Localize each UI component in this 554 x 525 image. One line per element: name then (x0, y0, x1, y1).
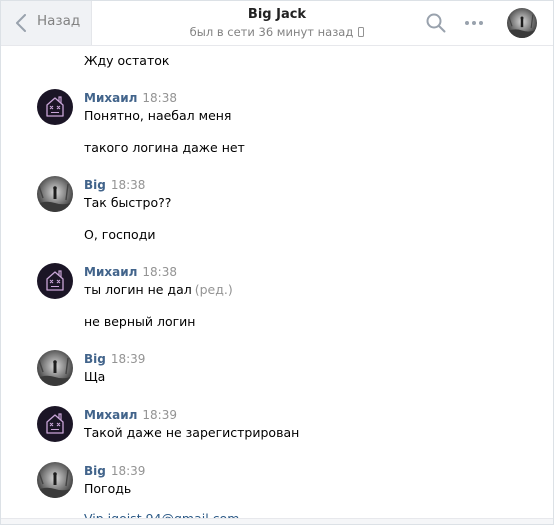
message-time[interactable]: 18:39 (111, 464, 146, 478)
house-face-icon (37, 89, 73, 125)
avatar[interactable] (37, 176, 73, 212)
message-group: Big 18:39 Ща (1, 350, 553, 406)
edited-marker[interactable]: (ред.) (195, 282, 233, 297)
message-time[interactable]: 18:38 (111, 178, 146, 192)
message-time[interactable]: 18:38 (142, 265, 177, 279)
message-group: Big 18:39 Погодь (1, 462, 553, 518)
message-text: Так быстро?? (84, 195, 172, 210)
message-author[interactable]: Big 18:39 (84, 352, 145, 366)
chat-header: Назад Big Jack был в сети 36 минут назад (1, 1, 553, 46)
message-text: Погодь (84, 481, 132, 496)
message-author[interactable]: Михаил 18:38 (84, 265, 177, 279)
chat-window: Назад Big Jack был в сети 36 минут назад (0, 0, 554, 525)
photo-avatar-image (37, 176, 73, 212)
house-face-icon (37, 406, 73, 442)
avatar[interactable] (37, 263, 73, 299)
message-body: ты логин не дал (84, 282, 192, 297)
message-text: Такой даже не зарегистрирован (84, 425, 300, 440)
search-icon[interactable] (425, 12, 447, 34)
mobile-phone-icon (358, 27, 365, 37)
avatar[interactable] (37, 350, 73, 386)
message-text: ты логин не дал (ред.) (84, 282, 233, 297)
message-group: Big 18:38 Так быстро?? (1, 176, 553, 232)
message-author[interactable]: Михаил 18:39 (84, 408, 177, 422)
message-group: Михаил 18:38 ты логин не дал (ред.) (1, 263, 553, 319)
photo-avatar-image (37, 350, 73, 386)
avatar[interactable] (37, 406, 73, 442)
more-horizontal-icon[interactable] (463, 14, 485, 32)
avatar[interactable] (37, 462, 73, 498)
message-text: такого логина даже нет (84, 140, 245, 155)
message-time[interactable]: 18:39 (111, 352, 146, 366)
author-name[interactable]: Михаил (84, 265, 137, 279)
message-author[interactable]: Big 18:38 (84, 178, 145, 192)
author-name[interactable]: Михаил (84, 408, 137, 422)
composer-edge (1, 518, 553, 524)
author-name[interactable]: Big (84, 464, 106, 478)
message-time[interactable]: 18:39 (142, 408, 177, 422)
photo-avatar-image (507, 8, 537, 38)
photo-avatar-image (37, 462, 73, 498)
message-time[interactable]: 18:38 (142, 91, 177, 105)
message-text: не верный логин (84, 314, 196, 329)
message-text: О, господи (84, 227, 156, 242)
author-name[interactable]: Михаил (84, 91, 137, 105)
author-name[interactable]: Big (84, 352, 106, 366)
message-group: Михаил 18:39 Такой даже не зарегистрирова… (1, 406, 553, 462)
author-name[interactable]: Big (84, 178, 106, 192)
message-text: Понятно, наебал меня (84, 108, 232, 123)
message-group: Михаил 18:38 Понятно, наебал меня (1, 89, 553, 145)
online-status-text: был в сети 36 минут назад (189, 25, 354, 39)
message-text: Ща (84, 369, 106, 384)
message-author[interactable]: Big 18:39 (84, 464, 145, 478)
contact-avatar[interactable] (507, 8, 537, 38)
message-author[interactable]: Михаил 18:38 (84, 91, 177, 105)
message-text: Жду остаток (84, 53, 170, 68)
house-face-icon (37, 263, 73, 299)
avatar[interactable] (37, 89, 73, 125)
